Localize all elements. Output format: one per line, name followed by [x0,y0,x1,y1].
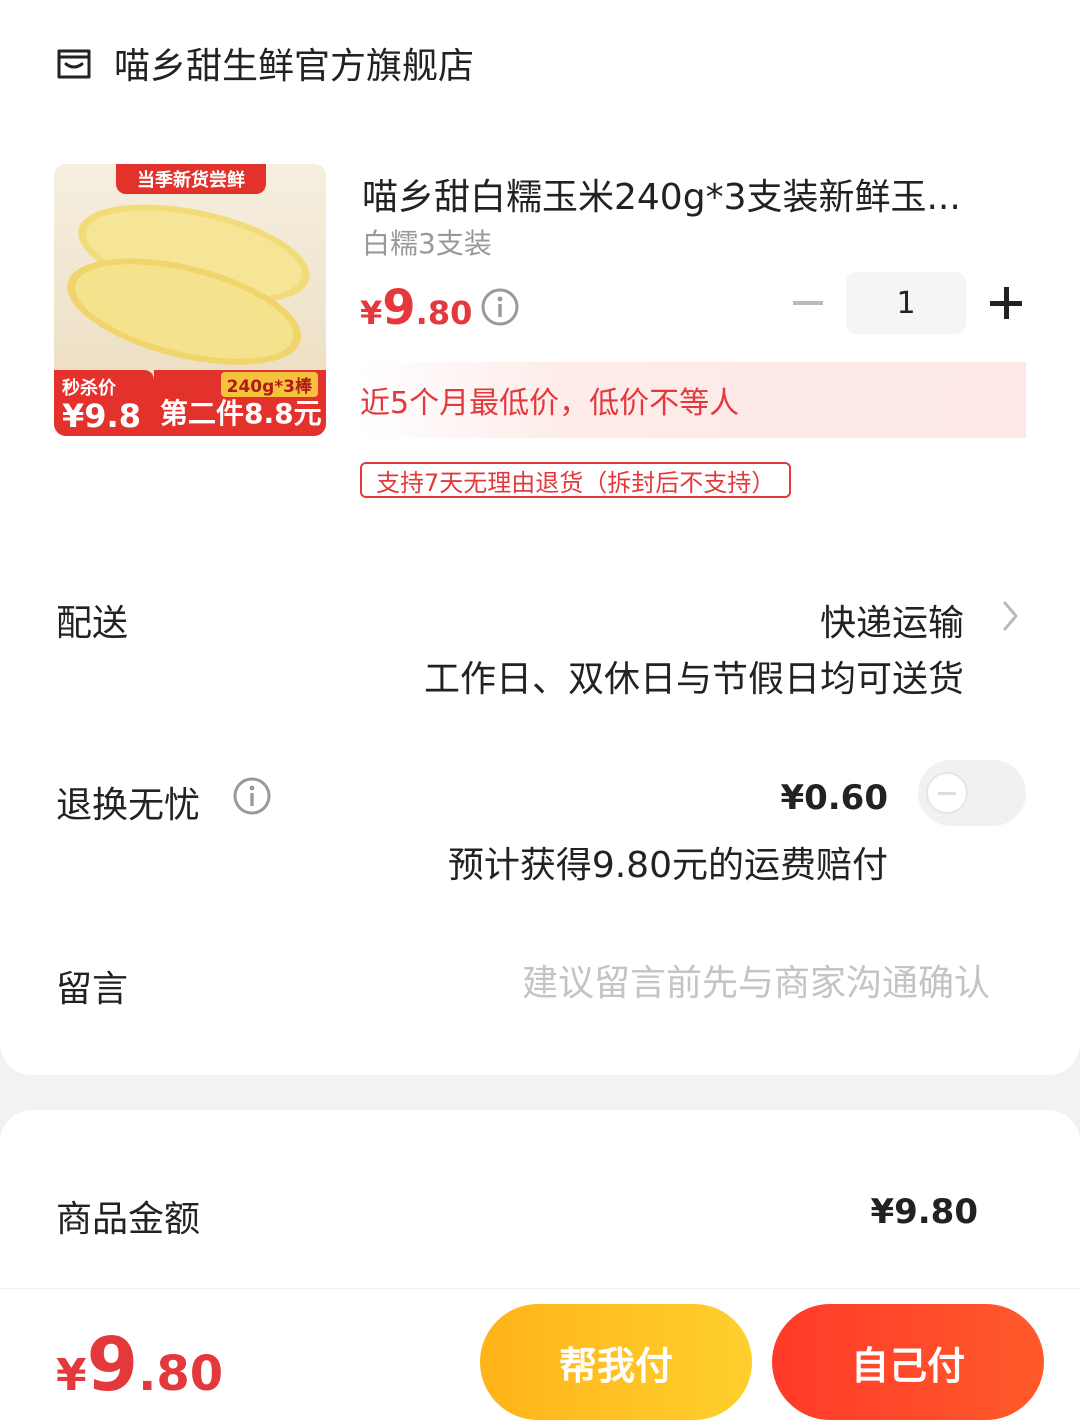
delivery-method[interactable]: 快递运输 [820,594,964,646]
chevron-right-icon[interactable] [1000,598,1022,634]
low-price-notice: 近5个月最低价，低价不等人 [360,362,1026,438]
quantity-plus-button[interactable] [988,272,1024,334]
return-insurance-fee: ¥0.60 [780,778,888,818]
image-banner: 当季新货尝鲜 [116,164,266,194]
total-decimal: .80 [138,1346,224,1402]
quantity-minus-button[interactable] [790,272,826,334]
flash-price-badge: 秒杀价 ¥9.8 [54,370,154,436]
price-info-icon[interactable] [480,287,520,327]
return-insurance-label: 退换无忧 [56,785,201,826]
price-currency: ¥ [360,294,383,332]
quantity-stepper: 1 [790,272,1024,334]
second-item-label: 第二件8.8元 [160,397,322,430]
low-price-text: 近5个月最低价，低价不等人 [360,386,740,421]
return-info-icon[interactable] [232,776,272,816]
price-integer: 9 [382,280,416,336]
product-title[interactable]: 喵乡甜白糯玉米240g*3支装新鲜玉... [362,168,992,220]
quantity-input[interactable]: 1 [846,272,966,334]
product-spec[interactable]: 白糯3支装 [362,222,492,262]
store-icon [57,49,91,79]
order-card [0,0,1080,1075]
store-name: 喵乡甜生鲜官方旗舰店 [114,46,475,87]
product-price: ¥ 9 .80 [360,280,472,336]
store-header[interactable]: 喵乡甜生鲜官方旗舰店 [54,38,474,88]
price-decimal: .80 [415,294,473,332]
message-input[interactable] [420,958,990,1008]
goods-amount-label: 商品金额 [56,1199,201,1240]
flash-price: ¥9.8 [62,397,141,435]
help-me-pay-button[interactable]: 帮我付 [480,1304,752,1420]
return-policy-tag: 支持7天无理由退货（拆封后不支持） [360,462,792,498]
total-integer: 9 [86,1322,139,1408]
total-currency: ¥ [56,1350,87,1401]
total-price: ¥ 9 .80 [56,1322,223,1408]
message-label: 留言 [56,969,129,1010]
second-item-badge: 240g*3棒 第二件8.8元 [154,370,326,436]
toggle-knob [926,772,968,814]
product-image[interactable]: 当季新货尝鲜 秒杀价 ¥9.8 240g*3棒 第二件8.8元 [54,164,326,436]
goods-amount-value: ¥9.80 [870,1192,978,1232]
delivery-label: 配送 [56,603,129,644]
return-insurance-toggle[interactable] [918,760,1026,826]
return-insurance-note: 预计获得9.80元的运费赔付 [447,845,888,886]
pay-myself-button[interactable]: 自己付 [772,1304,1044,1420]
delivery-note: 工作日、双休日与节假日均可送货 [423,659,964,700]
